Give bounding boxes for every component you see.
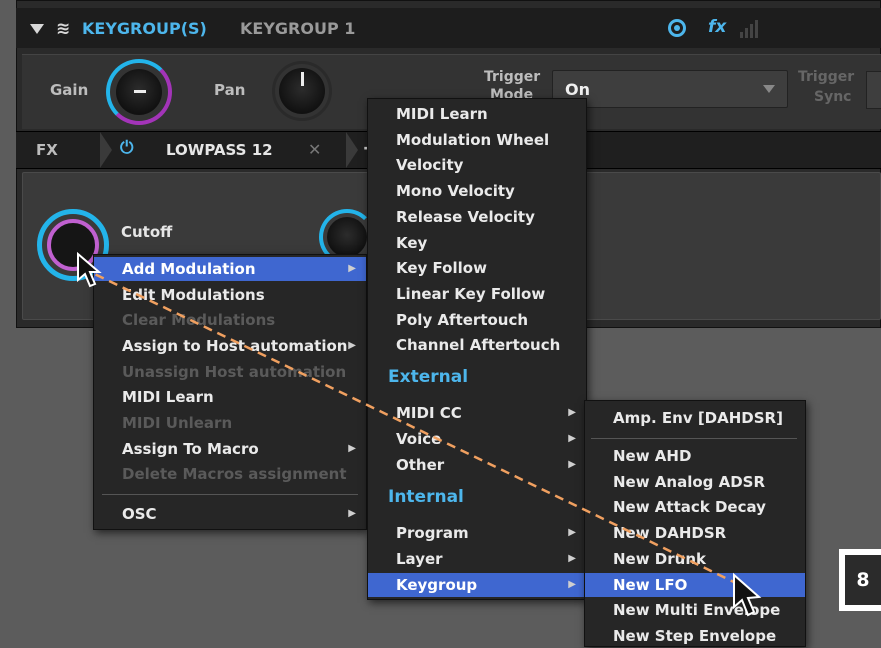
guide-overlay <box>77 251 762 617</box>
step-badge: 8 <box>839 549 881 611</box>
cursor-arrow-icon-2 <box>733 572 762 617</box>
step-number: 8 <box>845 555 881 605</box>
dashed-guide-line <box>81 266 741 587</box>
cursor-arrow-icon <box>77 251 102 288</box>
